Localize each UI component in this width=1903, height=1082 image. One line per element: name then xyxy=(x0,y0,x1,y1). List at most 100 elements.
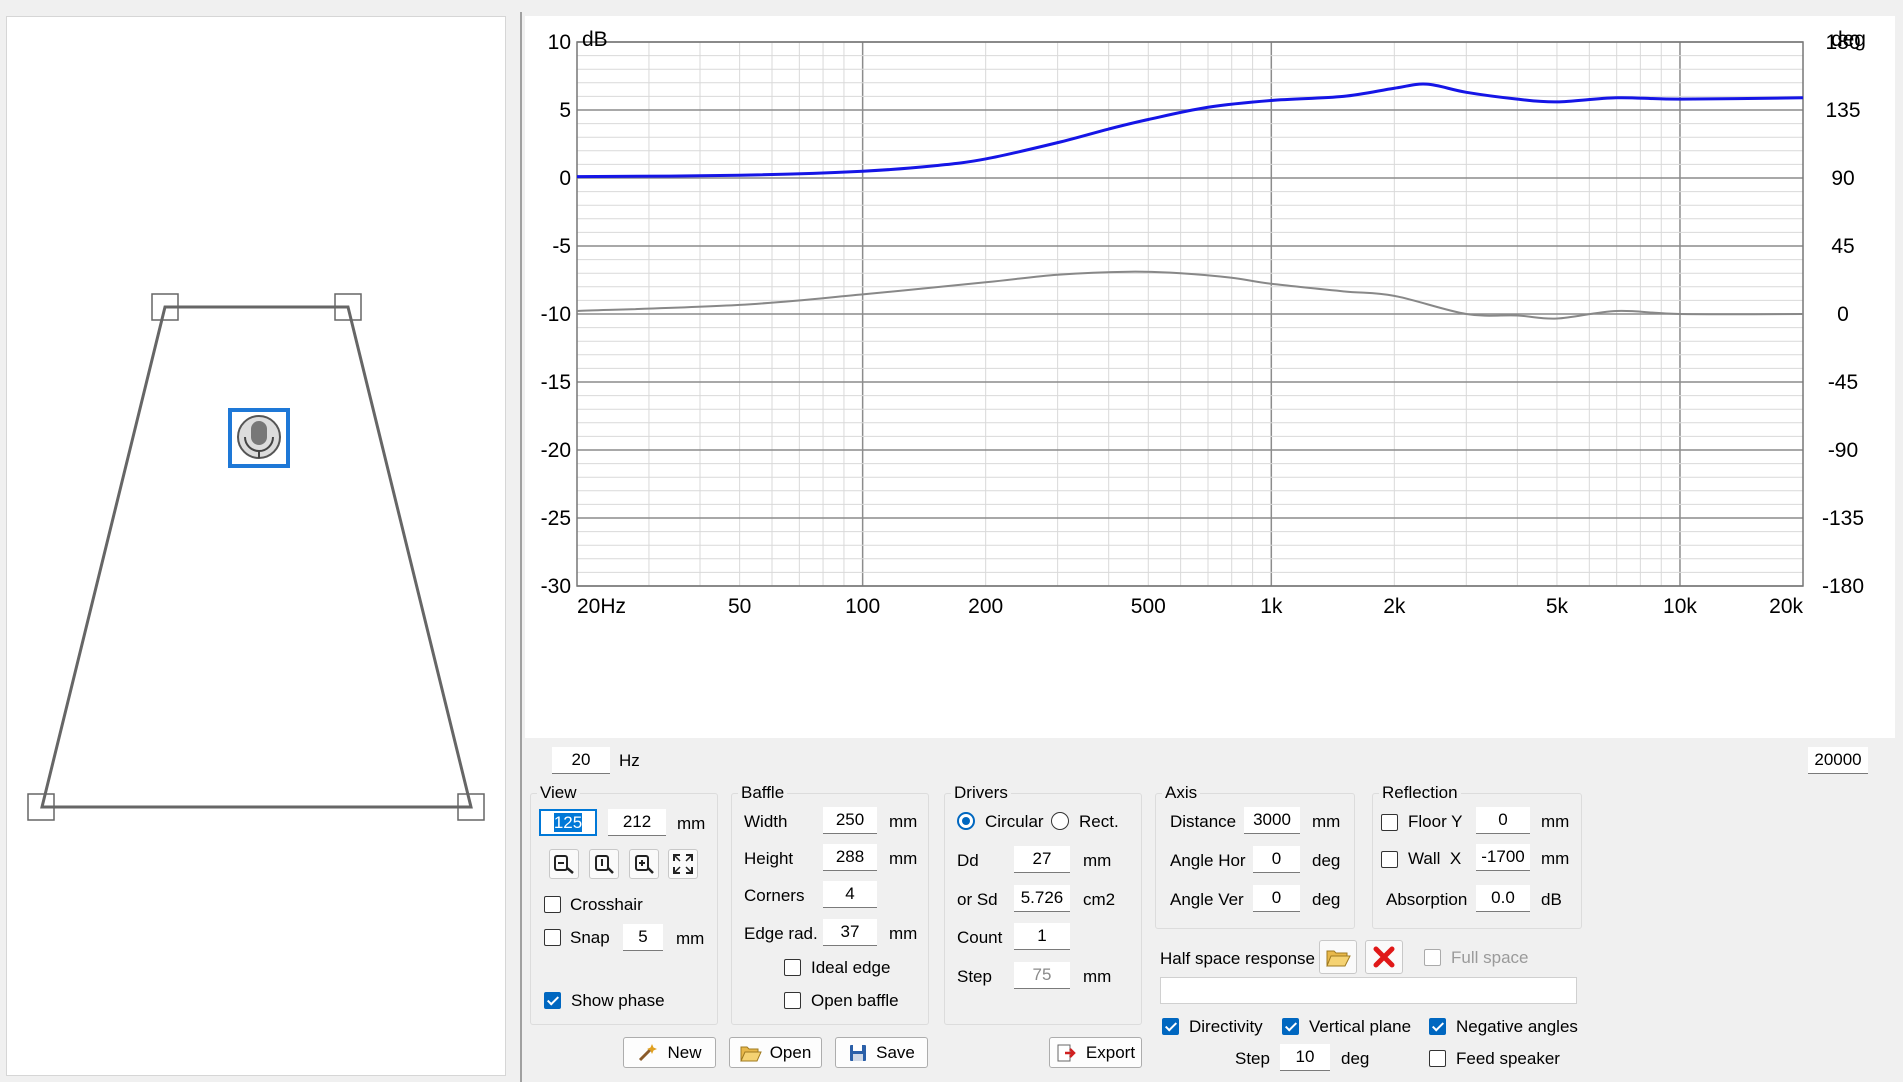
open-button-label: Open xyxy=(769,1042,812,1062)
x-tick: 200 xyxy=(968,595,1003,618)
half-space-clear-button[interactable] xyxy=(1365,940,1403,974)
open-baffle-checkbox[interactable] xyxy=(784,992,801,1009)
y-tick-db: -10 xyxy=(541,303,571,326)
export-button[interactable]: Export xyxy=(1049,1037,1142,1068)
rect-radio[interactable] xyxy=(1051,812,1069,830)
angle-ver-unit: deg xyxy=(1312,890,1341,909)
baffle-group-title: Baffle xyxy=(738,783,788,803)
absorption-label: Absorption xyxy=(1386,890,1468,909)
count-label: Count xyxy=(957,928,1003,947)
view-y-input[interactable] xyxy=(608,809,666,836)
y-tick-db: 5 xyxy=(559,99,571,122)
y-tick-deg: -45 xyxy=(1828,371,1858,394)
negative-angles-checkbox[interactable] xyxy=(1429,1018,1446,1035)
directivity-checkbox[interactable] xyxy=(1162,1018,1179,1035)
y-tick-deg: -180 xyxy=(1822,575,1864,598)
sd-unit: cm2 xyxy=(1083,890,1116,909)
half-space-open-button[interactable] xyxy=(1319,940,1357,974)
pane-splitter[interactable] xyxy=(520,12,522,1082)
circular-radio[interactable] xyxy=(957,812,975,830)
ideal-edge-checkbox[interactable] xyxy=(784,959,801,976)
view-unit-label: mm xyxy=(677,814,706,833)
absorption-input[interactable] xyxy=(1476,885,1530,912)
new-button-label: New xyxy=(667,1042,702,1062)
directivity-label: Directivity xyxy=(1189,1017,1263,1036)
angle-hor-label: Angle Hor xyxy=(1170,851,1246,870)
freq-min-input[interactable] xyxy=(552,747,610,774)
angle-ver-input[interactable] xyxy=(1253,885,1300,912)
x-tick: 100 xyxy=(845,595,880,618)
baffle-corners-input[interactable] xyxy=(823,881,877,908)
zoom-fit-button[interactable] xyxy=(589,849,619,879)
baffle-edge-input[interactable] xyxy=(823,919,877,946)
snap-unit-label: mm xyxy=(676,929,705,948)
y-tick-db: -20 xyxy=(541,439,571,462)
y-tick-deg: -90 xyxy=(1828,439,1858,462)
frequency-response-chart: 10 5 0 -5 -10 -15 -20 -25 -30 180 135 90 45 0 -45 -90 -1… xyxy=(525,16,1895,738)
save-button[interactable]: Save xyxy=(835,1037,928,1068)
snap-input[interactable] xyxy=(623,924,663,951)
floor-input[interactable] xyxy=(1476,807,1530,834)
microphone-driver-icon[interactable] xyxy=(228,408,290,468)
angle-hor-input[interactable] xyxy=(1253,846,1300,873)
freq-unit-label: Hz xyxy=(619,751,640,770)
floor-checkbox[interactable] xyxy=(1381,814,1398,831)
baffle-drawing-canvas[interactable] xyxy=(6,16,506,1076)
chart-svg: 1050-5-10-15-20-25-3018013590450-45-90-1… xyxy=(541,28,1866,618)
view-group-title: View xyxy=(537,783,580,803)
rect-label: Rect. xyxy=(1079,812,1119,831)
zoom-extents-button[interactable] xyxy=(668,849,698,879)
y-tick-db: -30 xyxy=(541,575,571,598)
directivity-step-input[interactable] xyxy=(1280,1044,1330,1071)
freq-max-input[interactable] xyxy=(1808,747,1868,774)
y-tick-deg: 0 xyxy=(1837,303,1849,326)
floppy-disk-icon xyxy=(850,1044,867,1061)
axis-group-title: Axis xyxy=(1162,783,1201,803)
open-baffle-label: Open baffle xyxy=(811,991,899,1010)
right-axis-unit: deg xyxy=(1831,28,1866,51)
x-tick: 500 xyxy=(1131,595,1166,618)
baffle-width-label: Width xyxy=(744,812,788,831)
snap-checkbox[interactable] xyxy=(544,929,561,946)
driver-step-label: Step xyxy=(957,967,992,986)
magic-wand-icon xyxy=(639,1043,658,1061)
baffle-shape-svg xyxy=(27,293,485,821)
baffle-height-input[interactable] xyxy=(823,844,877,871)
half-space-label: Half space response xyxy=(1160,949,1315,968)
full-space-checkbox[interactable] xyxy=(1424,949,1441,966)
show-phase-label: Show phase xyxy=(571,991,665,1010)
dd-input[interactable] xyxy=(1014,846,1070,873)
crosshair-checkbox[interactable] xyxy=(544,896,561,913)
wall-label: Wall X xyxy=(1408,849,1462,868)
x-tick: 10k xyxy=(1663,595,1697,618)
view-x-input[interactable]: 125 xyxy=(539,809,597,836)
half-space-path-input[interactable] xyxy=(1160,977,1577,1004)
driver-step-input[interactable] xyxy=(1014,962,1070,989)
wall-input[interactable] xyxy=(1476,844,1530,871)
baffle-width-input[interactable] xyxy=(823,807,877,834)
sd-input[interactable] xyxy=(1014,885,1070,912)
open-button[interactable]: Open xyxy=(729,1037,822,1068)
phase-series-line xyxy=(576,270,1804,320)
zoom-in-icon xyxy=(635,855,654,874)
show-phase-checkbox[interactable] xyxy=(544,992,561,1009)
vertical-plane-checkbox[interactable] xyxy=(1282,1018,1299,1035)
zoom-in-button[interactable] xyxy=(629,849,659,879)
new-button[interactable]: New xyxy=(623,1037,716,1068)
export-button-label: Export xyxy=(1085,1042,1136,1062)
distance-label: Distance xyxy=(1170,812,1237,831)
directivity-step-label: Step xyxy=(1235,1049,1270,1068)
wall-checkbox[interactable] xyxy=(1381,851,1398,868)
y-tick-db: 10 xyxy=(548,31,571,54)
baffle-edge-label: Edge rad. xyxy=(744,924,818,943)
baffle-width-unit: mm xyxy=(889,812,918,831)
zoom-out-button[interactable] xyxy=(549,849,579,879)
zoom-out-icon xyxy=(554,855,574,874)
y-tick-db: -25 xyxy=(541,507,571,530)
folder-open-icon xyxy=(1326,950,1351,967)
feed-speaker-checkbox[interactable] xyxy=(1429,1050,1446,1067)
count-input[interactable] xyxy=(1014,923,1070,950)
full-space-label: Full space xyxy=(1451,948,1529,967)
baffle-height-unit: mm xyxy=(889,849,918,868)
distance-input[interactable] xyxy=(1244,807,1300,834)
